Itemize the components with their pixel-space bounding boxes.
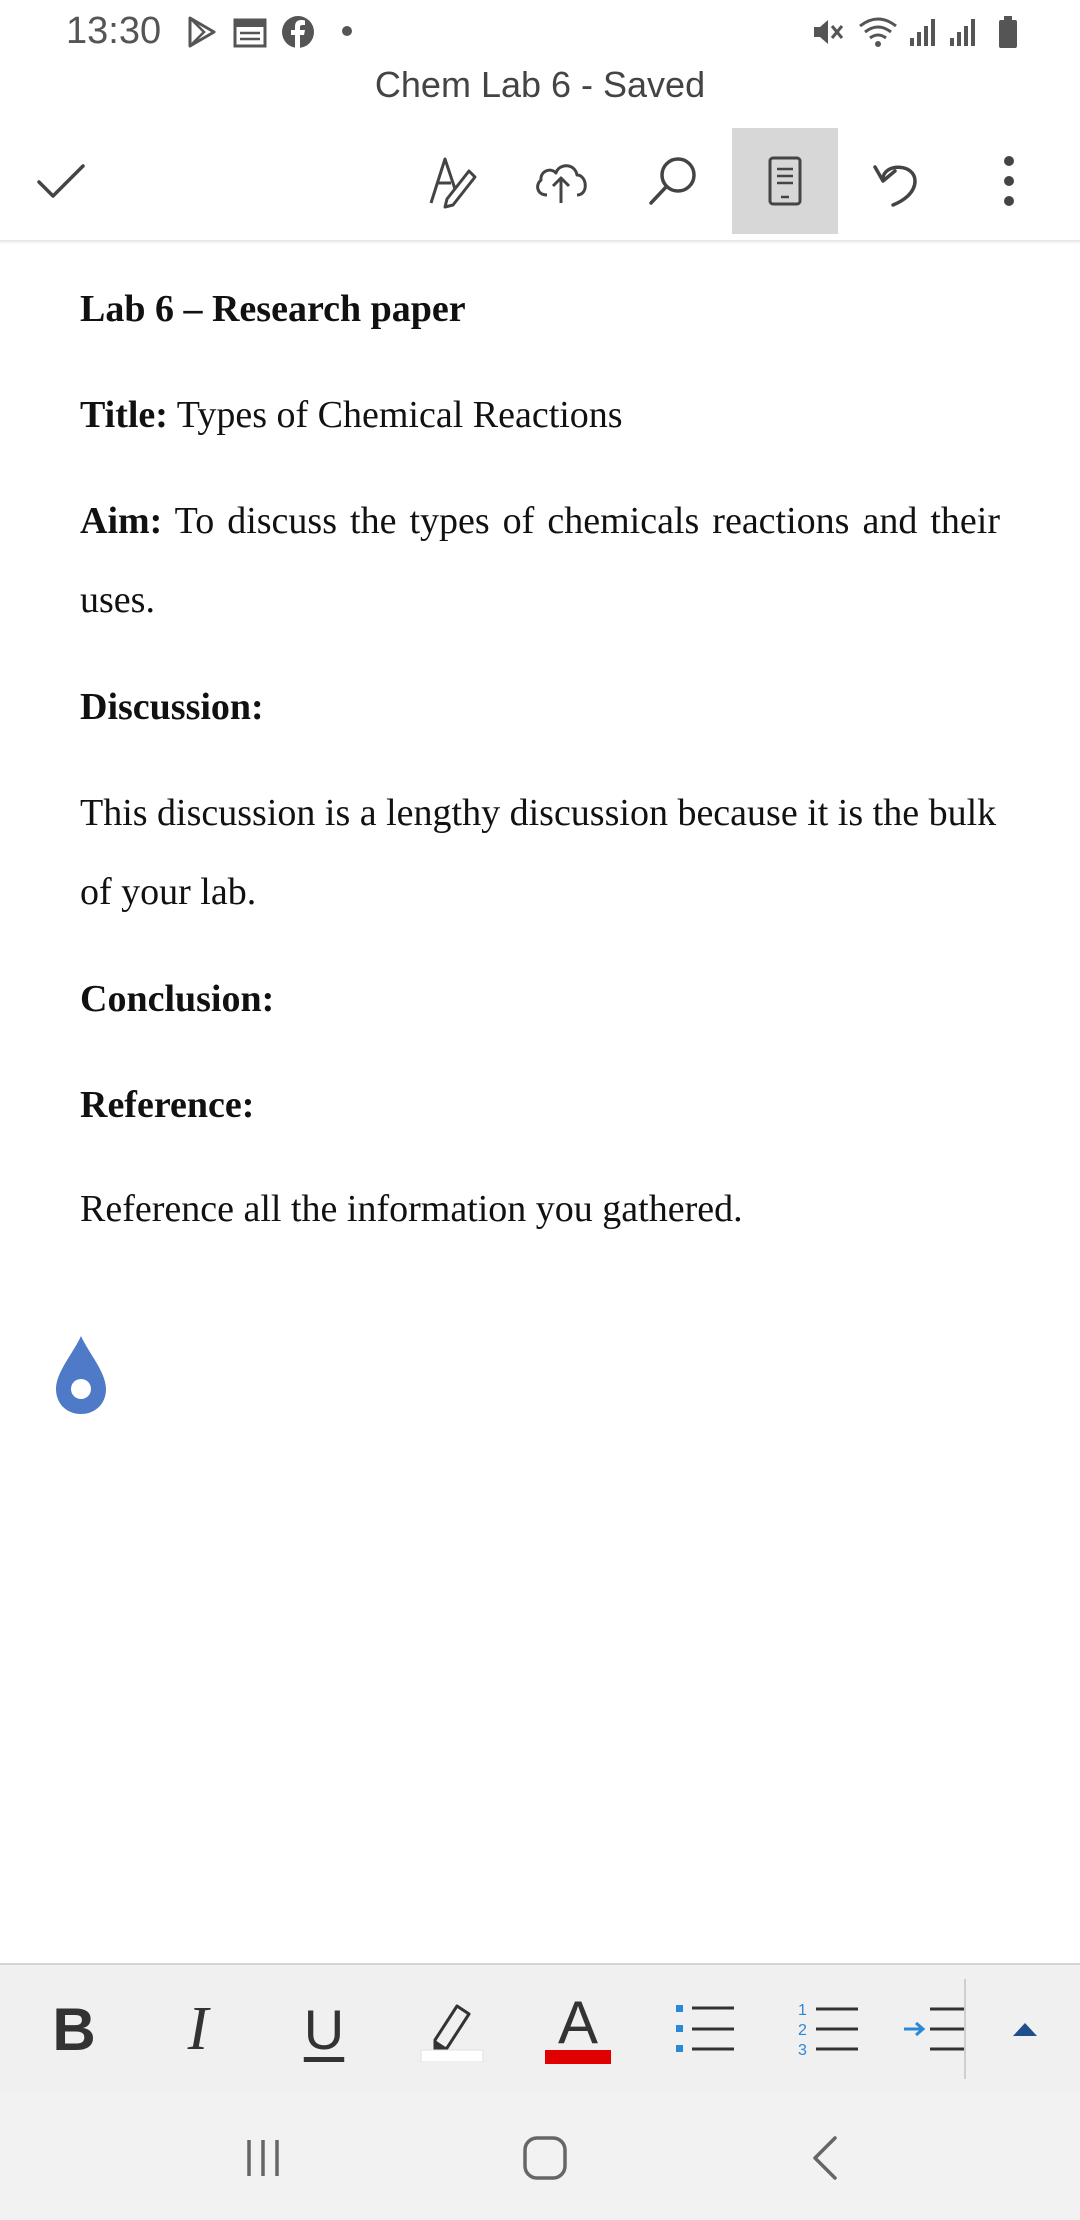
bold-button[interactable]: B xyxy=(30,1965,118,2093)
bold-glyph: B xyxy=(52,1995,96,2063)
recent-apps-icon xyxy=(247,2140,279,2176)
format-bar-divider xyxy=(964,1979,966,2079)
increase-indent-button[interactable] xyxy=(900,1965,964,2093)
mobile-view-icon xyxy=(768,156,802,206)
aim-paragraph[interactable]: Aim: To discuss the types of chemicals r… xyxy=(80,482,1000,640)
underline-button[interactable]: U xyxy=(280,1965,368,2093)
expand-ribbon-button[interactable] xyxy=(980,1965,1070,2093)
font-color-button[interactable]: A xyxy=(534,1965,622,2093)
font-color-icon: A xyxy=(545,1989,611,2064)
home-button[interactable] xyxy=(500,2113,590,2203)
home-icon xyxy=(523,2136,567,2180)
font-color-glyph: A xyxy=(557,1989,599,2056)
document-heading[interactable]: Lab 6 – Research paper xyxy=(80,270,1000,349)
reference-paragraph[interactable]: Reference all the information you gather… xyxy=(80,1170,1000,1249)
notification-dot xyxy=(342,26,352,36)
cursor-handle-icon[interactable] xyxy=(54,1334,108,1416)
italic-button[interactable]: I xyxy=(154,1965,242,2093)
conclusion-heading[interactable]: Conclusion: xyxy=(80,960,1000,1039)
title-paragraph[interactable]: Title: Types of Chemical Reactions xyxy=(80,376,1000,455)
triangle-up-icon xyxy=(1013,2023,1037,2036)
discussion-paragraph[interactable]: This discussion is a lengthy discussion … xyxy=(80,774,1000,932)
search-icon xyxy=(649,157,696,205)
signal-icon xyxy=(950,19,975,46)
battery-icon xyxy=(999,16,1017,48)
font-color-swatch xyxy=(545,2050,611,2064)
italic-glyph: I xyxy=(187,1994,209,2063)
more-options-icon xyxy=(1004,156,1014,206)
svg-text:2: 2 xyxy=(798,2022,807,2039)
calendar-icon xyxy=(233,18,267,48)
document-title: Chem Lab 6 - Saved xyxy=(374,64,706,105)
formatting-toolbar: B I U A 1 2 3 xyxy=(0,1963,1080,2095)
title-value: Types of Chemical Reactions xyxy=(167,394,623,436)
done-button[interactable] xyxy=(8,128,114,234)
bullet-list-icon xyxy=(676,2005,734,2052)
indent-icon xyxy=(904,2007,964,2051)
check-icon xyxy=(37,164,85,198)
undo-icon xyxy=(873,165,917,207)
system-nav-bar xyxy=(0,2093,1080,2220)
numbered-list-icon: 1 2 3 xyxy=(798,2002,858,2059)
aim-value: To discuss the types of chemicals reacti… xyxy=(80,500,1000,621)
underline-glyph: U xyxy=(303,1997,345,2061)
cloud-upload-icon xyxy=(536,164,587,203)
numbered-list-button[interactable]: 1 2 3 xyxy=(784,1965,872,2093)
bullet-list-button[interactable] xyxy=(660,1965,748,2093)
mobile-view-button[interactable] xyxy=(732,128,838,234)
title-label: Title: xyxy=(80,394,168,436)
mute-icon xyxy=(814,20,844,44)
facebook-icon xyxy=(282,16,314,48)
find-button[interactable] xyxy=(620,128,726,234)
status-time: 13:30 xyxy=(66,10,162,52)
toolbar-shadow xyxy=(0,240,1080,244)
more-options-button[interactable] xyxy=(956,128,1062,234)
play-store-icon xyxy=(188,16,216,48)
aim-label: Aim: xyxy=(80,500,163,542)
back-button[interactable] xyxy=(780,2113,870,2203)
discussion-heading[interactable]: Discussion: xyxy=(80,668,1000,747)
draw-button[interactable] xyxy=(400,128,506,234)
draw-pen-icon xyxy=(429,157,477,209)
reference-heading[interactable]: Reference: xyxy=(80,1066,1000,1145)
signal-icon xyxy=(910,19,935,46)
highlight-button[interactable] xyxy=(408,1965,496,2093)
svg-text:1: 1 xyxy=(798,2002,807,2019)
status-bar: 13:30 xyxy=(0,0,1080,62)
top-toolbar xyxy=(0,128,1080,240)
recent-apps-button[interactable] xyxy=(218,2113,308,2203)
highlighter-icon xyxy=(420,2004,484,2062)
undo-button[interactable] xyxy=(844,128,950,234)
back-chevron-icon xyxy=(813,2136,837,2180)
svg-text:3: 3 xyxy=(798,2042,807,2059)
wifi-icon xyxy=(859,17,897,47)
save-to-cloud-button[interactable] xyxy=(508,128,614,234)
